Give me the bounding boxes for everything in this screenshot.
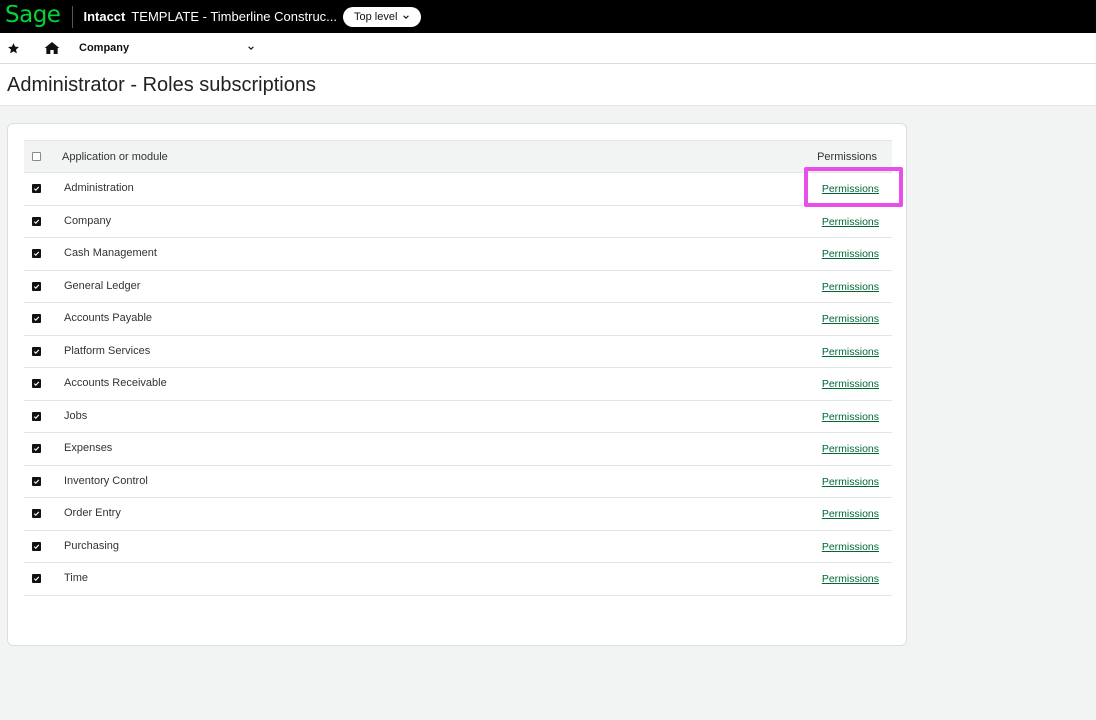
row-checkbox[interactable] [32,541,41,551]
table-row: Order Entry Permissions [24,498,892,531]
module-name: Expenses [64,442,113,454]
chevron-down-icon [403,14,410,19]
checkmark-icon [33,413,40,419]
table-row: Accounts Receivable Permissions [24,368,892,401]
top-level-button[interactable]: Top level [343,6,422,27]
table-row: Cash Management Permissions [24,238,892,271]
row-checkbox[interactable] [32,314,41,323]
subscriptions-card: Application or module Permissions Admini… [7,123,907,646]
table-row: General Ledger Permissions [24,271,892,303]
checkmark-icon [33,446,40,451]
permissions-link[interactable]: Permissions [822,541,879,553]
permissions-link[interactable]: Permissions [822,183,879,195]
column-header-permissions: Permissions [817,151,877,163]
header-divider [72,5,74,28]
table-row: Purchasing Permissions [24,531,892,563]
company-menu-label: Company [79,42,130,54]
page-title: Administrator - Roles subscriptions [7,74,316,96]
table-row: Accounts Payable Permissions [24,303,892,336]
module-name: Cash Management [64,247,157,259]
checkmark-icon [33,283,40,289]
table-header: Application or module Permissions [24,140,892,173]
row-checkbox[interactable] [32,411,41,421]
top-level-label: Top level [354,10,398,23]
subscriptions-table: Application or module Permissions Admini… [24,140,892,596]
module-name: Administration [64,182,134,194]
select-all-checkbox[interactable] [32,152,41,161]
row-checkbox[interactable] [32,574,41,583]
table-row: Inventory Control Permissions [24,466,892,498]
row-checkbox[interactable] [32,444,41,453]
row-checkbox[interactable] [32,281,41,291]
checkmark-icon [33,218,40,224]
table-row: Expenses Permissions [24,433,892,466]
table-row: Company Permissions [24,206,892,238]
permissions-link[interactable]: Permissions [822,346,879,358]
row-checkbox[interactable] [32,379,41,388]
star-icon[interactable] [6,41,20,55]
permissions-link[interactable]: Permissions [822,476,879,488]
title-bar: Administrator - Roles subscriptions [0,64,1096,106]
module-name: Company [64,214,112,227]
permissions-link[interactable]: Permissions [822,378,879,390]
permissions-link[interactable]: Permissions [822,281,879,293]
row-checkbox[interactable] [32,346,41,356]
company-menu[interactable]: Company [79,42,255,54]
row-checkbox[interactable] [32,184,41,193]
checkmark-icon [33,543,40,549]
table-row: Jobs Permissions [24,401,892,433]
column-header-application: Application or module [62,151,168,163]
top-bar: Sage Intacct TEMPLATE - Timberline Const… [0,0,1096,33]
chevron-down-icon [248,46,254,50]
module-name: Inventory Control [64,474,148,487]
checkmark-icon [33,186,40,191]
checkmark-icon [33,576,40,581]
module-name: Purchasing [64,539,120,552]
module-name: Accounts Receivable [64,377,167,389]
nav-bar: Company [0,33,1096,64]
module-name: Order Entry [64,507,121,519]
module-name: Jobs [64,409,88,422]
table-body: Administration Permissions Company Permissi… [24,173,892,596]
home-icon[interactable] [44,41,60,55]
module-name: Accounts Payable [64,312,153,324]
module-name: General Ledger [64,279,141,292]
checkmark-icon [33,381,40,386]
permissions-link[interactable]: Permissions [822,573,879,585]
module-name: Time [64,572,89,584]
permissions-link[interactable]: Permissions [822,508,879,520]
module-name: Platform Services [64,344,151,357]
logo-text: Sage [5,1,61,28]
sage-logo[interactable]: Sage [5,0,61,33]
row-checkbox[interactable] [32,476,41,486]
table-row: Platform Services Permissions [24,336,892,368]
permissions-link[interactable]: Permissions [822,216,879,228]
checkmark-icon [33,251,40,256]
row-checkbox[interactable] [32,509,41,518]
permissions-link[interactable]: Permissions [822,411,879,423]
table-row: Administration Permissions [24,173,892,206]
checkmark-icon [33,511,40,516]
permissions-link[interactable]: Permissions [822,443,879,455]
checkmark-icon [33,316,40,321]
permissions-link[interactable]: Permissions [822,248,879,260]
row-checkbox[interactable] [32,216,41,226]
permissions-link[interactable]: Permissions [822,313,879,325]
row-checkbox[interactable] [32,249,41,258]
company-name: TEMPLATE - Timberline Construc... [131,9,338,24]
table-row: Time Permissions [24,563,892,596]
product-name: Intacct [83,9,126,24]
checkmark-icon [33,348,40,354]
checkmark-icon [33,478,40,484]
